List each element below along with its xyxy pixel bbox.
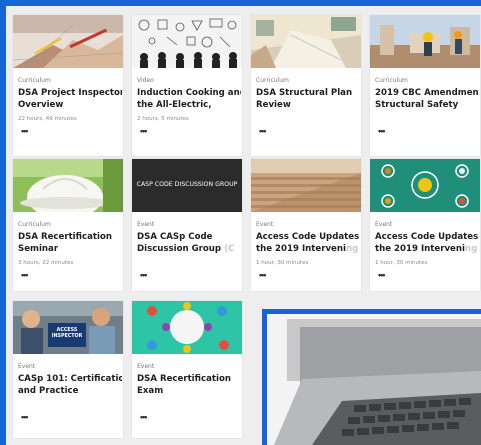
course-thumbnail[interactable]	[13, 15, 123, 68]
card-duration: 2 hours, 5 minutes	[137, 116, 189, 122]
card-type: Curriculum	[18, 77, 51, 84]
card-duration: 22 hours, 49 minutes	[18, 116, 77, 122]
more-options-icon[interactable]: •••	[21, 271, 29, 280]
more-options-icon[interactable]: •••	[378, 127, 386, 136]
more-options-icon[interactable]: •••	[259, 127, 267, 136]
card-title[interactable]: DSA Structural Plan Review	[256, 87, 360, 111]
card-type: Event	[256, 221, 274, 228]
more-options-icon[interactable]: •••	[140, 413, 148, 422]
course-thumbnail[interactable]	[251, 159, 361, 212]
card-type: Event	[18, 363, 36, 370]
more-options-icon[interactable]: •••	[259, 271, 267, 280]
course-card[interactable]: ACCESS INSPECTOR Event CASp 101: Certifi…	[13, 301, 123, 438]
course-thumbnail[interactable]	[370, 159, 480, 212]
card-duration: 1 hour, 30 minutes	[256, 260, 309, 266]
card-title[interactable]: DSA Project Inspector Overview	[18, 87, 122, 111]
card-type: Curriculum	[375, 77, 408, 84]
card-title[interactable]: Induction Cooking and the All-Electric,	[137, 87, 241, 111]
course-thumbnail[interactable]	[251, 15, 361, 68]
course-card[interactable]: Video Induction Cooking and the All-Elect…	[132, 15, 242, 156]
access-inspector-sign: ACCESS INSPECTOR	[51, 328, 83, 339]
course-card[interactable]: Event Access Code Updates forthe 2019 In…	[251, 159, 361, 291]
card-title[interactable]: DSA CASp Code Discussion Group (C	[137, 231, 241, 255]
course-thumbnail[interactable]	[13, 159, 123, 212]
card-type: Event	[137, 221, 155, 228]
card-title[interactable]: 2019 CBC Amendments -Structural Safety	[375, 87, 479, 111]
card-duration: 3 hours, 22 minutes	[18, 260, 74, 266]
course-thumbnail[interactable]	[132, 15, 242, 68]
more-options-icon[interactable]: •••	[140, 271, 148, 280]
more-options-icon[interactable]: •••	[21, 127, 29, 136]
card-title[interactable]: DSA Recertification Seminar	[18, 231, 122, 255]
card-type: Event	[375, 221, 393, 228]
thumbnail-caption: CASP CODE DISCUSSION GROUP	[136, 181, 238, 188]
course-card[interactable]: Curriculum DSA Structural Plan Review •••	[251, 15, 361, 156]
course-card[interactable]: Curriculum 2019 CBC Amendments -Structur…	[370, 15, 480, 156]
course-thumbnail[interactable]	[370, 15, 480, 68]
course-thumbnail[interactable]: CASP CODE DISCUSSION GROUP	[132, 159, 242, 212]
course-thumbnail[interactable]	[132, 301, 242, 354]
laptop-photo	[262, 309, 481, 445]
card-title[interactable]: CASp 101: Certification and Practice	[18, 373, 122, 397]
card-duration: 1 hour, 30 minutes	[375, 260, 428, 266]
card-type: Curriculum	[256, 77, 289, 84]
more-options-icon[interactable]: •••	[21, 413, 29, 422]
course-card[interactable]: Curriculum DSA Recertification Seminar 3 …	[13, 159, 123, 291]
card-type: Curriculum	[18, 221, 51, 228]
card-type: Video	[137, 77, 154, 84]
more-options-icon[interactable]: •••	[140, 127, 148, 136]
card-title[interactable]: Access Code Updates forthe 2019 Interven…	[375, 231, 479, 255]
course-card[interactable]: CASP CODE DISCUSSION GROUP Event DSA CAS…	[132, 159, 242, 291]
course-thumbnail[interactable]: ACCESS INSPECTOR	[13, 301, 123, 354]
course-card[interactable]: Event Access Code Updates forthe 2019 In…	[370, 159, 480, 291]
card-title[interactable]: Access Code Updates forthe 2019 Interven…	[256, 231, 360, 255]
card-title[interactable]: DSA Recertification Exam	[137, 373, 241, 397]
more-options-icon[interactable]: •••	[378, 271, 386, 280]
card-type: Event	[137, 363, 155, 370]
course-card[interactable]: Curriculum DSA Project Inspector Overview…	[13, 15, 123, 156]
course-card[interactable]: Event DSA Recertification Exam •••	[132, 301, 242, 438]
